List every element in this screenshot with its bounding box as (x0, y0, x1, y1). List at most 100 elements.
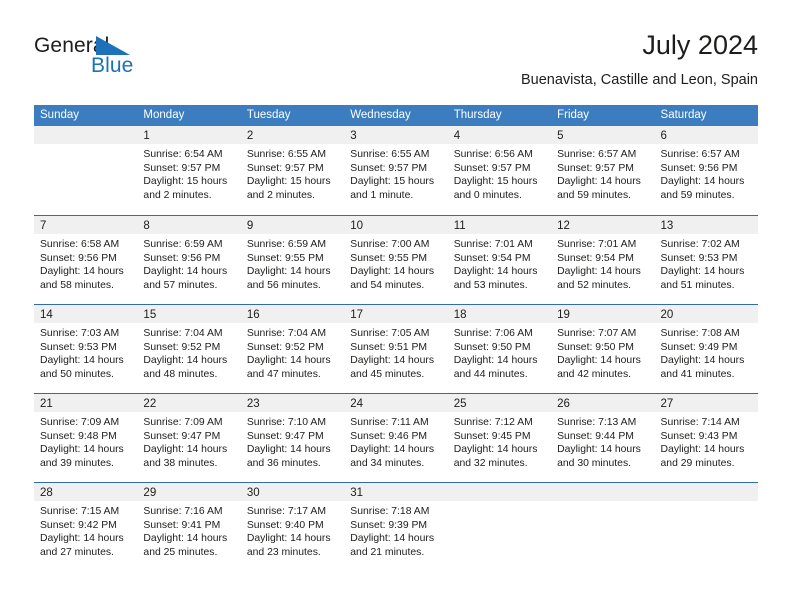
day-cell[interactable]: 26 Sunrise: 7:13 AM Sunset: 9:44 PM Dayligh… (551, 394, 655, 482)
day-number: 11 (453, 220, 466, 232)
page-subtitle: Buenavista, Castille and Leon, Spain (521, 72, 758, 88)
daylight-text-line1: Daylight: 14 hours (557, 444, 641, 456)
day-details: Sunrise: 7:17 AM Sunset: 9:40 PM Daylight:… (241, 501, 344, 559)
day-cell[interactable]: 13 Sunrise: 7:02 AM Sunset: 9:53 PM Dayligh… (654, 216, 758, 304)
general-blue-logo[interactable]: General Blue (34, 34, 234, 90)
day-cell[interactable]: 12 Sunrise: 7:01 AM Sunset: 9:54 PM Dayligh… (551, 216, 655, 304)
week-row: 1 Sunrise: 6:54 AM Sunset: 9:57 PM Daylight… (34, 126, 758, 215)
day-cell[interactable]: 5 Sunrise: 6:57 AM Sunset: 9:57 PM Daylight… (551, 126, 655, 215)
daylight-text-line1: Daylight: 14 hours (660, 444, 745, 456)
day-cell-empty (654, 483, 758, 571)
day-cell[interactable]: 18 Sunrise: 7:06 AM Sunset: 9:50 PM Dayligh… (447, 305, 552, 393)
day-number: 21 (40, 398, 53, 410)
day-cell[interactable]: 25 Sunrise: 7:12 AM Sunset: 9:45 PM Dayligh… (447, 394, 552, 482)
day-details: Sunrise: 6:58 AM Sunset: 9:56 PM Daylight:… (34, 234, 137, 292)
day-details: Sunrise: 7:15 AM Sunset: 9:42 PM Daylight:… (34, 501, 137, 559)
sunset-text: Sunset: 9:41 PM (143, 519, 221, 531)
day-number-band: 4 (447, 126, 552, 144)
day-number-band: 7 (34, 216, 138, 234)
day-number: 19 (557, 309, 570, 321)
day-cell[interactable]: 22 Sunrise: 7:09 AM Sunset: 9:47 PM Dayligh… (137, 394, 241, 482)
daylight-text-line1: Daylight: 15 hours (143, 176, 228, 188)
day-cell[interactable]: 3 Sunrise: 6:55 AM Sunset: 9:57 PM Daylight… (344, 126, 448, 215)
sunset-text: Sunset: 9:44 PM (557, 430, 634, 442)
day-cell-empty (447, 483, 552, 571)
sunrise-text: Sunrise: 7:01 AM (557, 239, 637, 250)
day-number: 4 (453, 130, 461, 142)
day-cell[interactable]: 16 Sunrise: 7:04 AM Sunset: 9:52 PM Dayligh… (240, 305, 345, 393)
day-details: Sunrise: 6:55 AM Sunset: 9:57 PM Daylight:… (344, 144, 447, 202)
sunset-text: Sunset: 9:53 PM (40, 341, 117, 353)
day-cell[interactable]: 14 Sunrise: 7:03 AM Sunset: 9:53 PM Dayligh… (34, 305, 138, 393)
day-cell[interactable]: 15 Sunrise: 7:04 AM Sunset: 9:52 PM Dayligh… (137, 305, 241, 393)
day-number-band: 27 (654, 394, 758, 412)
day-number-band: 11 (447, 216, 552, 234)
sunrise-text: Sunrise: 7:10 AM (246, 417, 326, 428)
day-cell[interactable]: 31 Sunrise: 7:18 AM Sunset: 9:39 PM Dayligh… (344, 483, 448, 571)
day-number: 27 (660, 398, 674, 410)
day-cell[interactable]: 1 Sunrise: 6:54 AM Sunset: 9:57 PM Daylight… (137, 126, 241, 215)
sunset-text: Sunset: 9:50 PM (557, 341, 634, 353)
day-number-band: 5 (551, 126, 655, 144)
masthead: General Blue July 2024 Buenavista, Casti… (34, 28, 758, 98)
day-cell[interactable]: 7 Sunrise: 6:58 AM Sunset: 9:56 PM Daylight… (34, 216, 138, 304)
day-cell[interactable]: 30 Sunrise: 7:17 AM Sunset: 9:40 PM Dayligh… (240, 483, 345, 571)
week-row: 14 Sunrise: 7:03 AM Sunset: 9:53 PM Dayligh… (34, 304, 758, 393)
day-cell[interactable]: 17 Sunrise: 7:05 AM Sunset: 9:51 PM Dayligh… (344, 305, 448, 393)
day-number-band (34, 126, 138, 144)
blue-triangle-flag-icon (96, 36, 130, 55)
daylight-text-line1: Daylight: 14 hours (40, 266, 124, 278)
daylight-text-line1: Daylight: 14 hours (246, 533, 331, 545)
daylight-text-line1: Daylight: 14 hours (143, 355, 228, 367)
daylight-text-line2: and 59 minutes. (557, 189, 632, 201)
day-cell[interactable]: 11 Sunrise: 7:01 AM Sunset: 9:54 PM Dayligh… (447, 216, 552, 304)
sunrise-text: Sunrise: 7:09 AM (40, 417, 120, 428)
day-cell[interactable]: 10 Sunrise: 7:00 AM Sunset: 9:55 PM Dayligh… (344, 216, 448, 304)
day-number-band: 18 (447, 305, 552, 323)
day-cell[interactable]: 29 Sunrise: 7:16 AM Sunset: 9:41 PM Dayligh… (137, 483, 241, 571)
day-cell[interactable]: 23 Sunrise: 7:10 AM Sunset: 9:47 PM Dayligh… (240, 394, 345, 482)
day-cell-empty (551, 483, 655, 571)
day-details: Sunrise: 7:12 AM Sunset: 9:45 PM Daylight:… (448, 412, 551, 470)
daylight-text-line2: and 47 minutes. (246, 368, 321, 380)
day-details: Sunrise: 6:59 AM Sunset: 9:56 PM Daylight:… (137, 234, 240, 292)
day-cell[interactable]: 4 Sunrise: 6:56 AM Sunset: 9:57 PM Daylight… (447, 126, 552, 215)
day-number: 20 (660, 309, 674, 321)
sunrise-text: Sunrise: 6:59 AM (246, 239, 326, 250)
sunset-text: Sunset: 9:49 PM (660, 341, 738, 353)
daylight-text-line2: and 56 minutes. (246, 279, 321, 291)
daylight-text-line1: Daylight: 14 hours (40, 355, 124, 367)
sunset-text: Sunset: 9:55 PM (350, 252, 428, 264)
daylight-text-line1: Daylight: 14 hours (246, 355, 331, 367)
day-cell[interactable]: 6 Sunrise: 6:57 AM Sunset: 9:56 PM Daylight… (654, 126, 758, 215)
sunrise-text: Sunrise: 7:04 AM (143, 328, 223, 339)
day-cell[interactable]: 28 Sunrise: 7:15 AM Sunset: 9:42 PM Dayligh… (34, 483, 138, 571)
page-title: July 2024 (642, 30, 758, 60)
day-number-band: 13 (654, 216, 758, 234)
day-details: Sunrise: 7:10 AM Sunset: 9:47 PM Daylight:… (241, 412, 344, 470)
day-number-band: 19 (551, 305, 655, 323)
sunrise-text: Sunrise: 7:16 AM (143, 506, 223, 517)
day-details: Sunrise: 7:16 AM Sunset: 9:41 PM Daylight:… (137, 501, 240, 559)
day-number: 10 (350, 220, 364, 232)
day-cell[interactable]: 21 Sunrise: 7:09 AM Sunset: 9:48 PM Dayligh… (34, 394, 138, 482)
sunrise-text: Sunrise: 7:01 AM (453, 239, 533, 250)
day-details: Sunrise: 7:04 AM Sunset: 9:52 PM Daylight:… (241, 323, 344, 381)
day-cell[interactable]: 9 Sunrise: 6:59 AM Sunset: 9:55 PM Daylight… (240, 216, 345, 304)
weekday-friday: Friday (557, 109, 590, 121)
day-cell[interactable]: 2 Sunrise: 6:55 AM Sunset: 9:57 PM Daylight… (240, 126, 345, 215)
day-cell[interactable]: 27 Sunrise: 7:14 AM Sunset: 9:43 PM Dayligh… (654, 394, 758, 482)
day-cell[interactable]: 8 Sunrise: 6:59 AM Sunset: 9:56 PM Daylight… (137, 216, 241, 304)
day-cell[interactable]: 19 Sunrise: 7:07 AM Sunset: 9:50 PM Dayligh… (551, 305, 655, 393)
daylight-text-line1: Daylight: 14 hours (143, 444, 228, 456)
day-details: Sunrise: 6:57 AM Sunset: 9:57 PM Daylight:… (551, 144, 654, 202)
title-block: July 2024 Buenavista, Castille and Leon,… (521, 28, 758, 91)
daylight-text-line2: and 2 minutes. (246, 189, 316, 201)
day-number: 8 (143, 220, 150, 232)
sunrise-text: Sunrise: 6:57 AM (557, 149, 637, 160)
day-cell[interactable]: 24 Sunrise: 7:11 AM Sunset: 9:46 PM Dayligh… (344, 394, 448, 482)
day-number: 24 (350, 398, 364, 410)
day-number-band: 22 (137, 394, 241, 412)
day-cell[interactable]: 20 Sunrise: 7:08 AM Sunset: 9:49 PM Dayligh… (654, 305, 758, 393)
sunset-text: Sunset: 9:57 PM (246, 162, 324, 174)
